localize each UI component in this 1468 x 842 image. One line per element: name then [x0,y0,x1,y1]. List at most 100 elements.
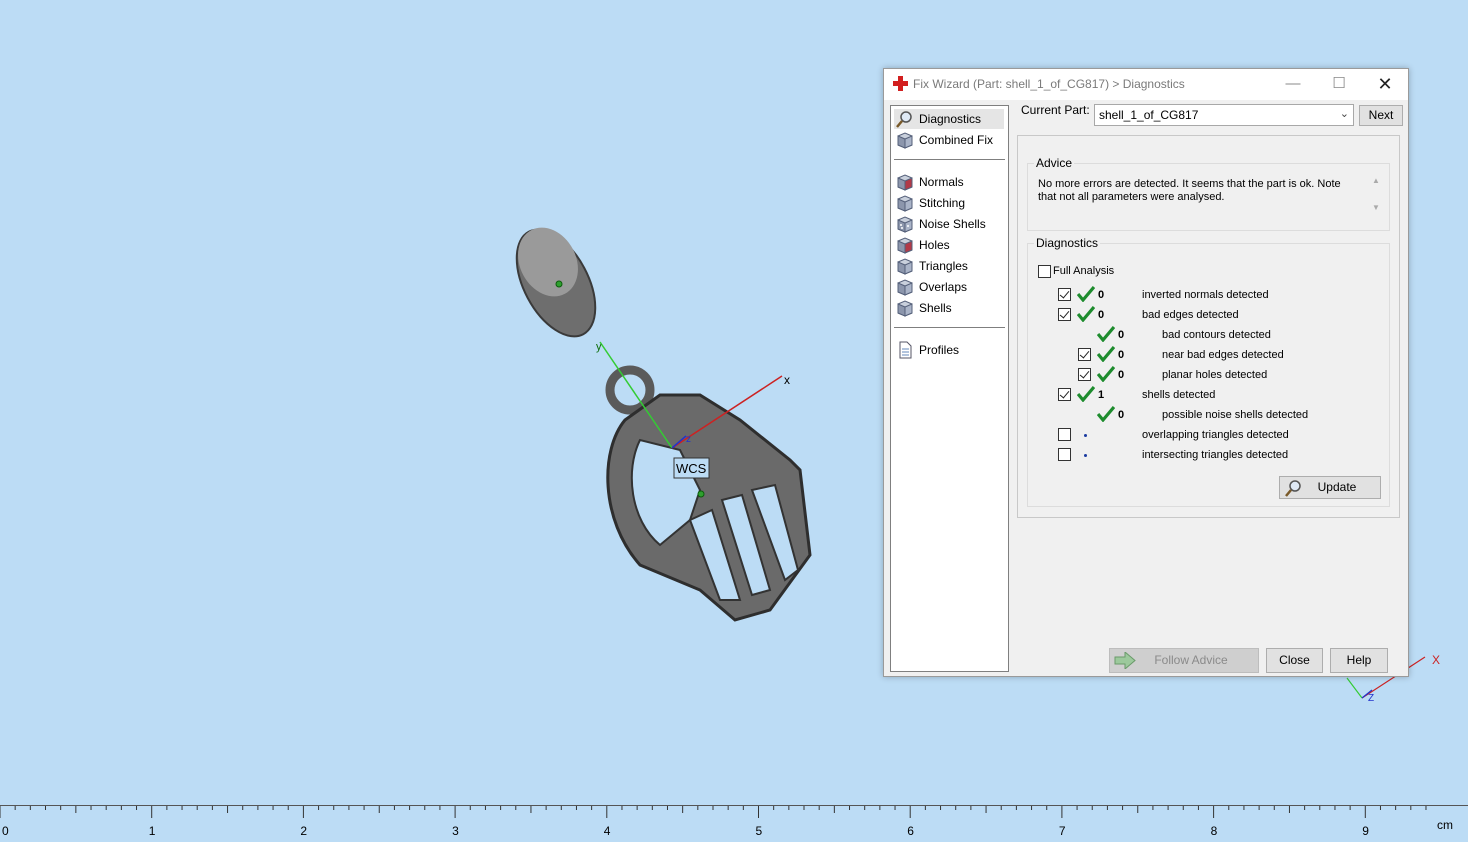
diagnostic-count: 0 [1118,409,1125,421]
diagnostic-count: 0 [1098,289,1105,301]
diagnostic-count: 0 [1118,349,1125,361]
diagnostic-checkbox[interactable] [1058,388,1071,401]
wizard-nav-panel: Diagnostics Combined Fix Normals Stitching N… [890,105,1009,672]
nav-item-stitching[interactable]: Stitching [894,193,1004,213]
diagnostic-checkbox[interactable] [1058,448,1071,461]
update-button[interactable]: Update [1279,476,1381,499]
diagnostics-group: Diagnostics Full Analysis 0 inverted norm… [1027,236,1390,507]
close-window-button[interactable]: ✕ [1363,69,1407,99]
diagnostic-checkbox[interactable] [1058,288,1071,301]
nav-item-label: Shells [919,301,952,315]
current-part-label: Current Part: [1021,103,1090,117]
nav-item-label: Holes [919,238,950,252]
close-button[interactable]: Close [1266,648,1323,673]
ruler-label: 2 [300,824,308,838]
nav-item-label: Normals [919,175,964,189]
document-icon [899,341,912,359]
nav-item-label: Combined Fix [919,133,994,147]
nav-item-label: Stitching [919,196,966,210]
shells-cube-icon [897,300,913,317]
ruler-label: 0 [2,824,9,838]
full-analysis-checkbox[interactable] [1038,265,1051,278]
ruler-unit: cm [1437,818,1453,832]
magnifier-icon [1285,480,1301,497]
next-button[interactable]: Next [1359,105,1403,126]
magnifier-icon [896,111,912,128]
nav-item-label: Triangles [919,259,968,273]
diagnostic-label: bad contours detected [1162,329,1271,341]
wcs-label: WCS [676,461,707,476]
nav-item-overlaps[interactable]: Overlaps [894,277,1004,297]
checkmark-icon [1097,406,1115,422]
update-label: Update [1317,480,1357,494]
diagnostic-checkbox[interactable] [1058,308,1071,321]
diagnostic-checkbox[interactable] [1078,368,1091,381]
checkmark-icon [1097,326,1115,342]
advice-title: Advice [1034,156,1075,170]
minimize-button[interactable]: — [1271,69,1315,99]
diagnostic-label: inverted normals detected [1142,289,1269,301]
nav-item-normals[interactable]: Normals [894,172,1004,192]
diagnostic-label: possible noise shells detected [1162,409,1309,421]
arrow-right-icon [1114,652,1136,669]
follow-advice-button[interactable]: Follow Advice [1109,648,1259,673]
axis-x-label: x [784,373,790,387]
axis-y-label: y [596,341,602,353]
nav-item-holes[interactable]: Holes [894,235,1004,255]
ruler-ticks [0,806,1427,818]
title-bar[interactable]: Fix Wizard (Part: shell_1_of_CG817) > Di… [884,69,1408,100]
diagnostic-label: near bad edges detected [1162,349,1284,361]
diagnostic-label: planar holes detected [1162,369,1268,381]
help-button[interactable]: Help [1330,648,1388,673]
nav-item-shells[interactable]: Shells [894,298,1004,318]
diagnostic-label: intersecting triangles detected [1142,449,1289,461]
follow-advice-label: Follow Advice [1154,653,1228,667]
ruler-label: 3 [452,824,459,838]
corner-axis-z-label: Z [1368,693,1374,704]
nav-item-diagnostics[interactable]: Diagnostics [894,109,1004,129]
pending-dot-icon [1084,454,1087,457]
maximize-button[interactable]: ☐ [1317,69,1361,99]
axis-z-label: z [686,434,691,445]
nav-separator [894,159,1005,160]
diagnostic-label: shells detected [1142,389,1216,401]
checkmark-icon [1077,386,1095,402]
diagnostic-checkbox[interactable] [1078,348,1091,361]
diagnostic-count: 0 [1118,369,1125,381]
advice-group: Advice No more errors are detected. It s… [1027,156,1390,231]
current-part-value: shell_1_of_CG817 [1099,108,1199,122]
checkmark-icon [1077,306,1095,322]
hamsa-pendant-model [605,365,812,622]
nav-item-label: Profiles [919,343,960,357]
diagnostic-label: overlapping triangles detected [1142,429,1289,441]
nav-item-triangles[interactable]: Triangles [894,256,1004,276]
checkmark-icon [1077,286,1095,302]
checkmark-icon [1097,366,1115,382]
ruler-label: 5 [755,824,763,838]
diagnostic-checkbox[interactable] [1058,428,1071,441]
corner-axis-x-label: X [1432,653,1440,667]
chevron-down-icon: ⌄ [1339,108,1349,120]
ruler-label: 8 [1210,824,1218,838]
nav-separator [894,327,1005,328]
noise-shells-cube-icon [897,216,913,233]
diagnostic-count: 0 [1098,309,1105,321]
ruler: 0 1 2 3 4 5 6 7 8 9 cm [0,805,1468,842]
fix-wizard-dialog: Fix Wizard (Part: shell_1_of_CG817) > Di… [883,68,1409,677]
diagnostics-panel: Advice No more errors are detected. It s… [1017,135,1400,518]
checkmark-icon [1097,346,1115,362]
nav-item-profiles[interactable]: Profiles [894,340,1004,360]
nav-item-label: Diagnostics [919,112,982,126]
pendant-bail [515,227,597,338]
nav-item-label: Overlaps [919,280,968,294]
normals-cube-icon [897,174,913,191]
ruler-label: 1 [148,824,156,838]
diagnostics-title: Diagnostics [1034,236,1101,250]
current-part-select[interactable]: shell_1_of_CG817 ⌄ [1094,104,1354,126]
full-analysis-label: Full Analysis [1053,265,1115,277]
ruler-label: 9 [1362,824,1369,838]
diagnostic-count: 0 [1118,329,1125,341]
advice-scrollbar[interactable]: ▲ ▼ [1369,176,1383,224]
nav-item-combined-fix[interactable]: Combined Fix [894,130,1004,150]
nav-item-noise-shells[interactable]: Noise Shells [894,214,1004,234]
